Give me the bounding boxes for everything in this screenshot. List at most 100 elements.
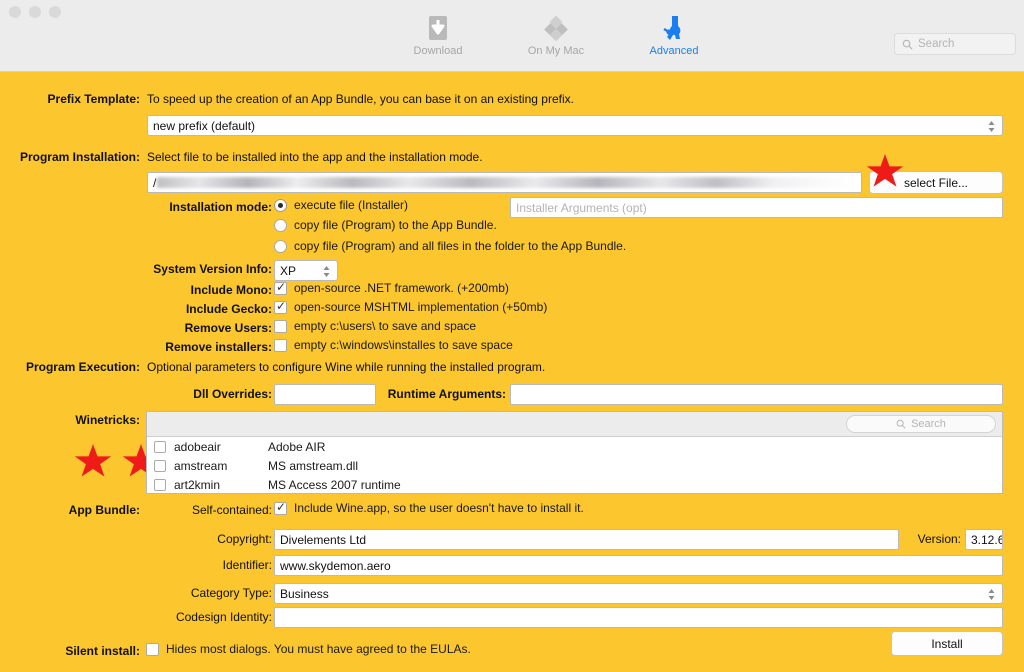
toolbar-search-placeholder: Search [918,38,955,50]
identifier-input[interactable]: www.skydemon.aero [274,555,1003,576]
install-button[interactable]: Install [891,631,1003,656]
chevron-updown-icon [321,263,332,279]
prefix-template-select[interactable]: new prefix (default) [147,115,1003,136]
download-arrow-icon [396,14,480,42]
remove-users-label: Remove Users: [184,321,272,335]
identifier-label: Identifier: [222,558,272,572]
remove-installers-text: empty c:\windows\installes to save space [294,338,513,352]
toolbar-search-field[interactable]: Search [894,33,1016,55]
radio-copy-file[interactable] [274,218,287,232]
winetricks-row-amstream-name: amstream [174,458,228,473]
annotation-star-winetricks-left [74,444,112,477]
chevron-updown-icon [986,586,997,602]
include-gecko-text: open-source MSHTML implementation (+50mb… [294,300,548,314]
program-execution-description: Optional parameters to configure Wine wh… [147,360,546,374]
checkbox-include-gecko[interactable] [274,299,287,314]
copyright-value: Divelements Ltd [280,532,367,547]
remove-users-option[interactable]: empty c:\users\ to save and space [274,319,476,333]
file-path-value: / [153,175,157,190]
version-input[interactable]: 3.12.6 [965,529,1003,550]
category-type-label: Category Type: [190,586,272,600]
search-icon [902,39,913,49]
radio-copy-folder[interactable] [274,239,287,253]
include-mono-text: open-source .NET framework. (+200mb) [294,281,509,295]
installer-arguments-placeholder: Installer Arguments (opt) [516,200,647,215]
dll-overrides-label: Dll Overrides: [193,387,272,401]
tab-on-my-mac[interactable]: On My Mac [514,14,598,57]
checkbox-adobeair[interactable] [154,440,166,453]
checkbox-amstream[interactable] [154,459,166,472]
runtime-arguments-input[interactable] [510,384,1003,405]
checkbox-art2kmin[interactable] [154,478,166,491]
program-installation-label: Program Installation: [19,150,140,164]
checkbox-silent-install[interactable] [146,642,159,656]
category-type-value: Business [280,586,329,601]
close-button[interactable] [9,6,21,18]
winetricks-list-panel: Search adobeair Adobe AIR amstream MS am… [146,411,1003,494]
traffic-lights [9,6,61,18]
silent-install-label: Silent install: [65,644,140,658]
self-contained-label: Self-contained: [191,503,272,517]
codesign-identity-label: Codesign Identity: [175,610,272,624]
winetricks-list-header: Search [147,412,1002,437]
file-path-input[interactable]: / [147,172,862,193]
checkbox-remove-installers[interactable] [274,338,287,352]
install-button-label: Install [931,636,963,651]
include-gecko-label: Include Gecko: [185,302,272,316]
version-label: Version: [917,532,961,546]
wrench-tools-icon [632,14,716,42]
include-mono-label: Include Mono: [190,283,272,297]
version-value: 3.12.6 [971,532,1003,547]
advanced-settings-panel: Prefix Template: To speed up the creatio… [0,72,1024,672]
checkbox-self-contained[interactable] [274,500,287,515]
radio-execute-file[interactable] [274,198,287,212]
zoom-button[interactable] [49,6,61,18]
winetricks-row-art2kmin[interactable]: art2kmin MS Access 2007 runtime [147,475,1002,493]
tab-download[interactable]: Download [396,14,480,57]
winetricks-search-placeholder: Search [911,418,946,430]
tab-on-my-mac-label: On My Mac [527,45,585,57]
include-gecko-option[interactable]: open-source MSHTML implementation (+50mb… [274,299,548,314]
remove-users-text: empty c:\users\ to save and space [294,319,477,333]
self-contained-option[interactable]: Include Wine.app, so the user doesn't ha… [274,500,584,515]
select-file-button-label: select File... [903,175,969,190]
app-bundle-label: App Bundle: [68,503,140,517]
installation-mode-label: Installation mode: [169,200,272,214]
copyright-label: Copyright: [217,532,272,546]
chevron-updown-icon [986,118,997,134]
copyright-input[interactable]: Divelements Ltd [274,529,899,550]
tab-advanced-label: Advanced [649,45,699,57]
winetricks-row-adobeair-description: Adobe AIR [268,439,326,454]
system-version-select[interactable]: XP [274,260,338,281]
checkbox-include-mono[interactable] [274,280,287,295]
codesign-identity-input[interactable] [274,607,1003,628]
program-execution-label: Program Execution: [25,360,140,374]
include-mono-option[interactable]: open-source .NET framework. (+200mb) [274,280,509,295]
identifier-value: www.skydemon.aero [280,558,391,573]
remove-installers-option[interactable]: empty c:\windows\installes to save space [274,338,513,352]
installation-mode-option-copy-folder[interactable]: copy file (Program) and all files in the… [274,239,626,253]
winetricks-row-art2kmin-name: art2kmin [174,477,221,492]
category-type-select[interactable]: Business [274,583,1003,604]
winetricks-row-adobeair[interactable]: adobeair Adobe AIR [147,437,1002,456]
toolbar-tabs: Download On My Mac Advanced [396,14,716,57]
tab-advanced[interactable]: Advanced [632,14,716,57]
installation-mode-option-execute[interactable]: execute file (Installer) [274,198,408,212]
installation-mode-option-copy-folder-label: copy file (Program) and all files in the… [294,239,627,253]
silent-install-option[interactable]: Hides most dialogs. You must have agreed… [146,642,471,656]
silent-install-text: Hides most dialogs. You must have agreed… [166,642,471,656]
minimize-button[interactable] [29,6,41,18]
remove-installers-label: Remove installers: [165,340,272,354]
search-icon [896,419,906,429]
winetricks-search-field[interactable]: Search [846,415,996,433]
installation-mode-option-copy-file[interactable]: copy file (Program) to the App Bundle. [274,218,497,232]
dll-overrides-input[interactable] [274,384,376,405]
winetricks-row-adobeair-name: adobeair [174,439,221,454]
system-version-label: System Version Info: [153,262,272,276]
prefix-template-value: new prefix (default) [153,118,256,133]
winetricks-row-amstream[interactable]: amstream MS amstream.dll [147,456,1002,475]
diamond-cluster-icon [514,14,598,42]
installer-arguments-input[interactable]: Installer Arguments (opt) [510,197,1003,218]
self-contained-text: Include Wine.app, so the user doesn't ha… [294,501,584,515]
checkbox-remove-users[interactable] [274,319,287,333]
